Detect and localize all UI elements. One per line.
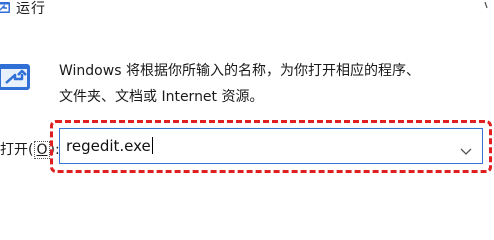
open-label-text: 打开( bbox=[0, 142, 34, 158]
text-caret bbox=[151, 137, 153, 154]
open-combobox[interactable]: regedit.exe bbox=[59, 128, 483, 164]
window-title: 运行 bbox=[16, 1, 46, 17]
run-dialog: 运行 Windows 将根据你所输入的名称，为你打开相应的程序、 文件夹、文档或… bbox=[0, 0, 494, 210]
description-line-2: 文件夹、文档或 Internet 资源。 bbox=[59, 89, 264, 105]
description: Windows 将根据你所输入的名称，为你打开相应的程序、 文件夹、文档或 In… bbox=[59, 58, 479, 110]
open-input[interactable]: regedit.exe bbox=[66, 137, 153, 155]
run-icon bbox=[0, 0, 12, 16]
open-hotkey-letter: O bbox=[36, 142, 48, 158]
open-label: 打开(O): bbox=[0, 139, 60, 159]
run-dialog-icon bbox=[0, 62, 32, 92]
chevron-down-icon[interactable] bbox=[460, 141, 472, 155]
title-bar: 运行 bbox=[0, 0, 494, 24]
open-input-value[interactable]: regedit.exe bbox=[66, 137, 151, 155]
close-icon[interactable] bbox=[464, 0, 490, 18]
open-hotkey: O bbox=[34, 141, 50, 159]
description-line-1: Windows 将根据你所输入的名称，为你打开相应的程序、 bbox=[59, 63, 420, 79]
